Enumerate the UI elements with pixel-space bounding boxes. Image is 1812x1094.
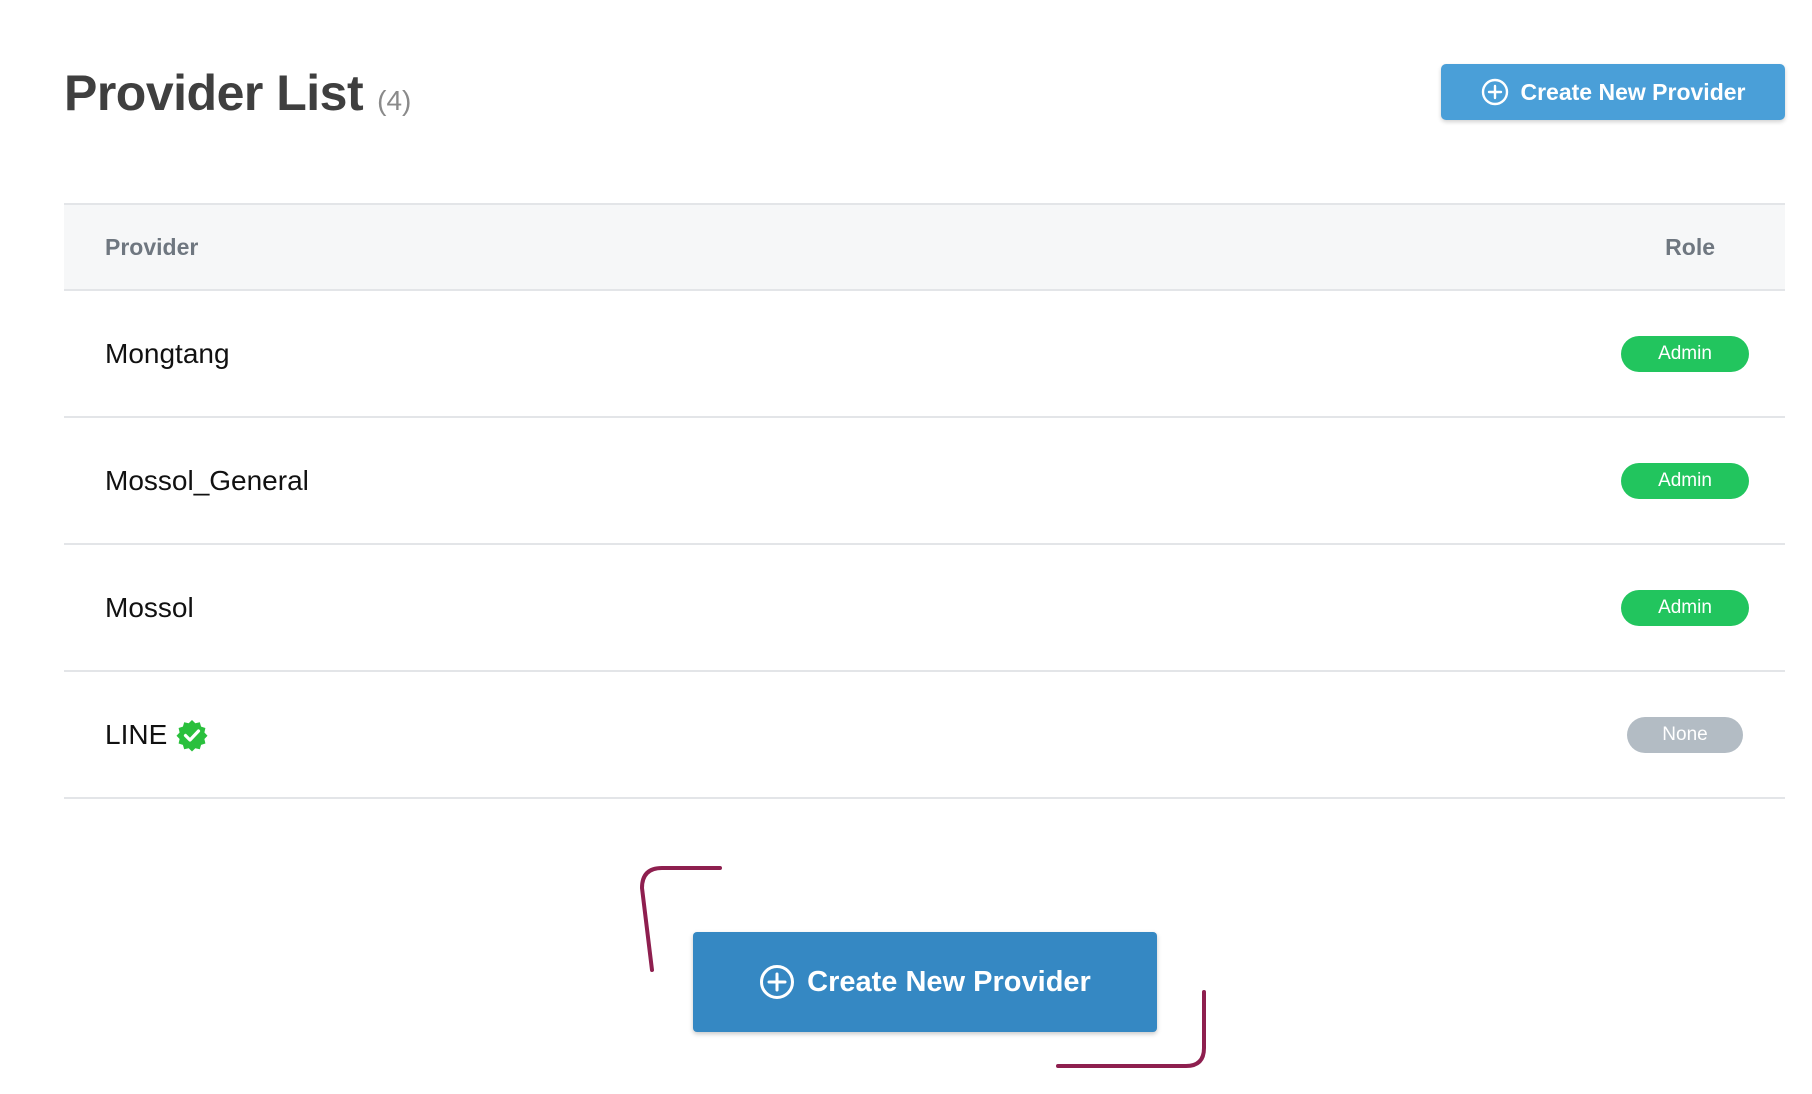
- provider-name[interactable]: Mossol: [105, 592, 194, 624]
- provider-name-text: Mossol: [105, 591, 194, 623]
- table-row[interactable]: Mongtang Admin: [64, 291, 1785, 418]
- provider-table: Provider Role Mongtang Admin Mossol_Gene…: [64, 203, 1785, 799]
- create-new-provider-button[interactable]: Create New Provider: [1441, 64, 1785, 120]
- create-new-provider-label: Create New Provider: [807, 965, 1091, 998]
- role-badge: Admin: [1621, 335, 1749, 372]
- provider-count: (4): [377, 85, 412, 116]
- role-badge: Admin: [1621, 589, 1749, 626]
- plus-circle-icon: [759, 964, 795, 1000]
- role-cell: None: [1585, 716, 1785, 753]
- create-new-provider-button-highlighted[interactable]: Create New Provider: [693, 932, 1157, 1032]
- table-header: Provider Role: [64, 203, 1785, 291]
- role-cell: Admin: [1585, 589, 1785, 626]
- table-row[interactable]: Mossol Admin: [64, 545, 1785, 672]
- page-header: Provider List (4): [64, 64, 411, 122]
- provider-name[interactable]: Mossol_General: [105, 465, 309, 497]
- table-row[interactable]: Mossol_General Admin: [64, 418, 1785, 545]
- provider-list-page: Provider List (4) Create New Provider Pr…: [0, 0, 1812, 1094]
- create-new-provider-label: Create New Provider: [1520, 78, 1746, 105]
- page-title: Provider List: [64, 65, 364, 121]
- role-badge: None: [1627, 716, 1743, 753]
- provider-name[interactable]: Mongtang: [105, 338, 230, 370]
- verified-badge-icon: [175, 718, 209, 752]
- provider-name-text: Mossol_General: [105, 464, 309, 496]
- column-header-role: Role: [1665, 233, 1715, 260]
- plus-circle-icon: [1481, 78, 1509, 106]
- provider-name-text: LINE: [105, 718, 168, 750]
- provider-name-text: Mongtang: [105, 337, 230, 369]
- role-cell: Admin: [1585, 462, 1785, 499]
- role-cell: Admin: [1585, 335, 1785, 372]
- column-header-provider: Provider: [105, 233, 199, 260]
- provider-name[interactable]: LINE: [105, 718, 209, 752]
- role-badge: Admin: [1621, 462, 1749, 499]
- table-row[interactable]: LINE None: [64, 672, 1785, 799]
